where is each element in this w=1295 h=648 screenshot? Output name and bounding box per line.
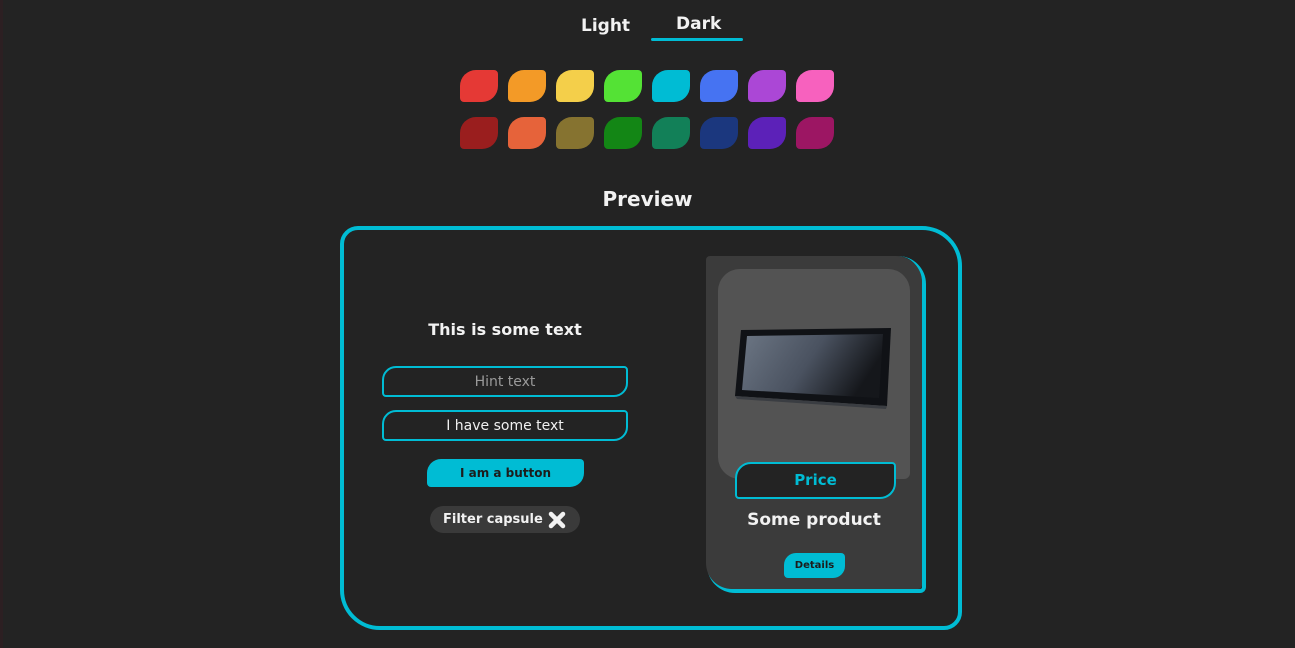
- color-swatch[interactable]: [556, 70, 594, 102]
- color-swatch[interactable]: [700, 70, 738, 102]
- color-swatch[interactable]: [508, 117, 546, 149]
- color-swatch[interactable]: [604, 70, 642, 102]
- color-swatch[interactable]: [748, 70, 786, 102]
- color-swatch[interactable]: [652, 70, 690, 102]
- filled-text-field[interactable]: [382, 410, 628, 441]
- color-swatch[interactable]: [604, 117, 642, 149]
- details-button[interactable]: Details: [784, 553, 845, 578]
- close-icon[interactable]: [547, 510, 567, 530]
- tablet-image: [735, 328, 891, 409]
- color-swatch[interactable]: [652, 117, 690, 149]
- color-swatch[interactable]: [796, 117, 834, 149]
- color-palette: [460, 70, 834, 164]
- filter-capsule-label: Filter capsule: [443, 512, 543, 527]
- palette-row-dark: [460, 117, 834, 149]
- palette-row-light: [460, 70, 834, 102]
- color-swatch[interactable]: [700, 117, 738, 149]
- color-swatch[interactable]: [796, 70, 834, 102]
- color-swatch[interactable]: [460, 70, 498, 102]
- tab-light[interactable]: Light: [581, 16, 630, 36]
- color-swatch[interactable]: [460, 117, 498, 149]
- hint-text-field[interactable]: [382, 366, 628, 397]
- theme-page: Light Dark Preview This is some text I a…: [0, 0, 1295, 648]
- preview-title: Preview: [602, 187, 693, 211]
- color-swatch[interactable]: [556, 117, 594, 149]
- tab-dark[interactable]: Dark: [676, 14, 721, 34]
- tab-active-indicator: [651, 38, 743, 41]
- price-pill[interactable]: Price: [735, 462, 896, 499]
- filter-capsule[interactable]: Filter capsule: [430, 506, 580, 533]
- product-name: Some product: [747, 510, 881, 530]
- color-swatch[interactable]: [508, 70, 546, 102]
- sample-button[interactable]: I am a button: [427, 459, 584, 487]
- window-edge: [0, 0, 3, 648]
- sample-text: This is some text: [428, 320, 582, 339]
- color-swatch[interactable]: [748, 117, 786, 149]
